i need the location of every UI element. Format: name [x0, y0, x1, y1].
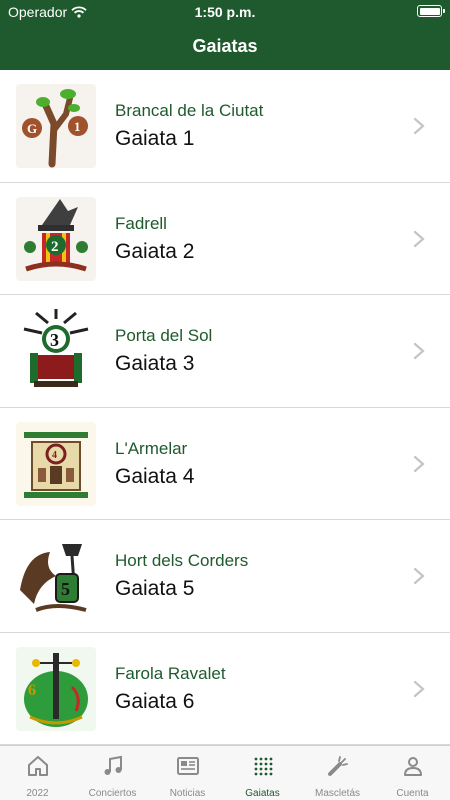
home-icon: [27, 756, 48, 776]
gaiata-title: Gaiata 5: [115, 577, 195, 600]
gaiata-subtitle: L'Armelar: [115, 438, 188, 458]
list-item-gaiata-4[interactable]: 4 L'Armelar Gaiata 4: [0, 408, 450, 520]
gaiata-subtitle: Farola Ravalet: [115, 663, 226, 683]
list-item-text: L'Armelar Gaiata 4: [115, 438, 194, 492]
tab-label: Conciertos: [88, 788, 137, 799]
list-item-text: Porta del Sol Gaiata 3: [115, 325, 212, 379]
grid-dots-icon: [254, 757, 272, 776]
list-item-text: Brancal de la Ciutat Gaiata 1: [115, 100, 263, 154]
music-note-icon: [104, 755, 122, 775]
svg-text:G: G: [27, 121, 37, 136]
gaiata-1-emblem-icon: G 1: [16, 84, 96, 168]
gaiata-title: Gaiata 3: [115, 352, 195, 375]
gaiata-3-emblem-icon: 3: [16, 309, 96, 393]
list-item-gaiata-2[interactable]: 2 Fadrell Gaiata 2: [0, 183, 450, 295]
gaiatas-list: G 1 Brancal de la Ciutat Gaiata 1 2 Fadr…: [0, 70, 450, 745]
gaiata-6-emblem-icon: 6: [16, 646, 96, 731]
chevron-right-icon: [413, 342, 425, 360]
tab-mascletas[interactable]: Mascletás: [300, 746, 375, 800]
tab-gaiatas[interactable]: Gaiatas: [225, 746, 300, 800]
chevron-right-icon: [413, 117, 425, 135]
chevron-right-icon: [413, 567, 425, 585]
tab-conciertos[interactable]: Conciertos: [75, 746, 150, 800]
svg-text:4: 4: [52, 450, 57, 461]
svg-text:1: 1: [74, 119, 81, 134]
tab-label: Noticias: [169, 788, 206, 799]
list-item-text: Fadrell Gaiata 2: [115, 213, 194, 267]
page-title: Gaiatas: [192, 36, 258, 56]
tab-bar: 2022 Conciertos Noticias Gaiatas Masclet…: [0, 745, 450, 800]
tab-noticias[interactable]: Noticias: [150, 746, 225, 800]
list-item-text: Farola Ravalet Gaiata 6: [115, 663, 226, 717]
list-item-gaiata-3[interactable]: 3 Porta del Sol Gaiata 3: [0, 295, 450, 408]
battery-icon: [417, 5, 445, 17]
clock: 1:50 p.m.: [194, 4, 256, 20]
firecracker-icon: [327, 756, 348, 776]
person-icon: [403, 757, 422, 776]
newspaper-icon: [176, 757, 199, 775]
chevron-right-icon: [413, 455, 425, 472]
gaiata-4-emblem-icon: 4: [16, 421, 96, 506]
list-item-gaiata-5[interactable]: 5 Hort dels Corders Gaiata 5: [0, 520, 450, 633]
gaiata-subtitle: Hort dels Corders: [115, 551, 249, 570]
list-item-gaiata-1[interactable]: G 1 Brancal de la Ciutat Gaiata 1: [0, 70, 450, 183]
app-screen: Operador 1:50 p.m. Gaiatas G 1 Brancal d…: [0, 0, 450, 800]
status-bar: Operador 1:50 p.m.: [0, 0, 450, 24]
gaiata-title: Gaiata 2: [115, 239, 195, 263]
navigation-header: Operador 1:50 p.m. Gaiatas: [0, 0, 450, 70]
tab-cuenta[interactable]: Cuenta: [375, 746, 450, 800]
gaiata-5-emblem-icon: 5: [16, 534, 96, 618]
tab-label: Mascletás: [314, 788, 360, 799]
gaiata-title: Gaiata 4: [115, 464, 195, 488]
gaiata-title: Gaiata 6: [115, 689, 195, 713]
tab-label: Gaiatas: [245, 788, 280, 799]
svg-text:6: 6: [28, 682, 36, 699]
chevron-right-icon: [413, 680, 425, 697]
svg-text:3: 3: [50, 330, 59, 350]
list-item-text: Hort dels Corders Gaiata 5: [115, 550, 248, 604]
list-item-gaiata-6[interactable]: 6 Farola Ravalet Gaiata 6: [0, 633, 450, 745]
gaiata-subtitle: Fadrell: [115, 213, 167, 233]
gaiata-2-emblem-icon: 2: [16, 196, 96, 281]
chevron-right-icon: [413, 230, 425, 247]
gaiata-title: Gaiata 1: [115, 127, 195, 150]
svg-text:5: 5: [61, 579, 70, 599]
tab-label: Cuenta: [396, 788, 429, 799]
tab-2022[interactable]: 2022: [0, 746, 75, 800]
gaiata-subtitle: Brancal de la Ciutat: [115, 101, 264, 120]
svg-text:2: 2: [51, 239, 59, 255]
gaiata-subtitle: Porta del Sol: [115, 326, 213, 345]
tab-label: 2022: [26, 788, 49, 799]
